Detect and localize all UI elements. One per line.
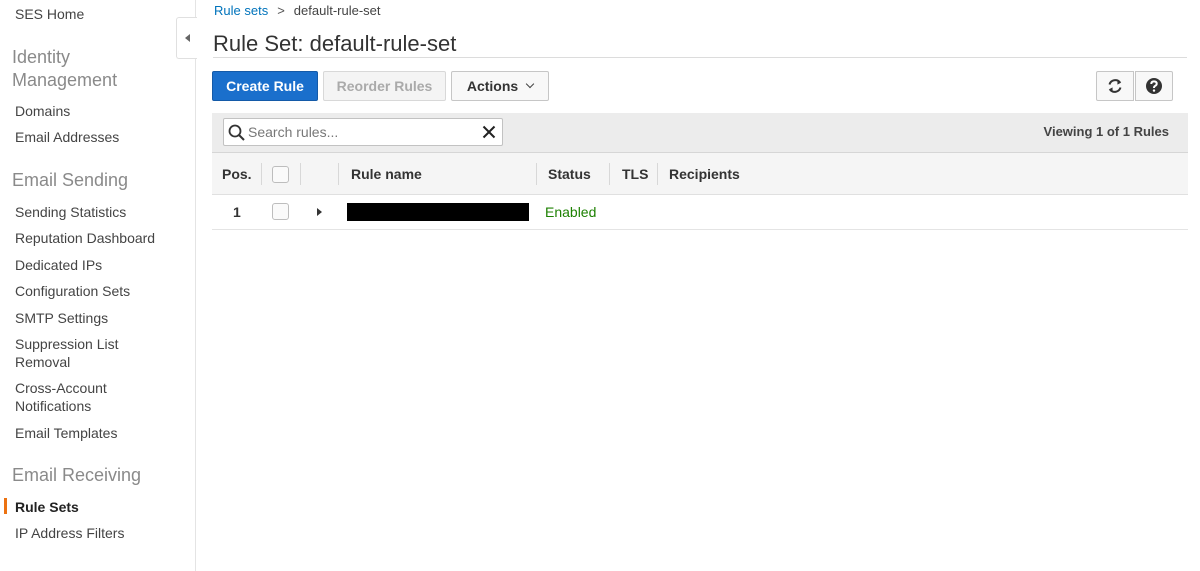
- viewing-count: Viewing 1 of 1 Rules: [1043, 124, 1169, 139]
- actions-dropdown-button[interactable]: Actions: [451, 71, 549, 101]
- column-divider: [657, 163, 658, 185]
- title-divider: [213, 57, 1187, 58]
- sidebar-item-ip-address-filters[interactable]: IP Address Filters: [15, 524, 185, 542]
- sidebar-item-domains[interactable]: Domains: [15, 102, 185, 120]
- sidebar-section-email-receiving: Email Receiving: [12, 465, 142, 485]
- reorder-rules-button: Reorder Rules: [323, 71, 446, 101]
- column-header-status[interactable]: Status: [548, 166, 591, 182]
- sidebar-collapse-button[interactable]: [176, 17, 197, 59]
- create-rule-button[interactable]: Create Rule: [212, 71, 318, 101]
- column-header-recipients[interactable]: Recipients: [669, 166, 740, 182]
- search-icon: [228, 124, 245, 141]
- caret-left-icon: [184, 34, 190, 42]
- chevron-down-icon: [525, 79, 535, 89]
- table-row[interactable]: 1 Enabled: [212, 195, 1188, 230]
- search-box: [223, 118, 503, 146]
- sidebar-item-reputation-dashboard[interactable]: Reputation Dashboard: [15, 229, 185, 247]
- sidebar-item-sending-statistics[interactable]: Sending Statistics: [15, 203, 185, 221]
- sidebar-section-identity-management: Identity Management: [12, 47, 118, 90]
- row-checkbox[interactable]: [272, 203, 289, 220]
- sidebar-item-smtp-settings[interactable]: SMTP Settings: [15, 309, 185, 327]
- column-divider: [338, 163, 339, 185]
- help-button[interactable]: [1135, 71, 1173, 101]
- actions-button-label: Actions: [466, 78, 519, 94]
- status-enabled: Enabled: [545, 204, 597, 220]
- breadcrumb-current: default-rule-set: [293, 3, 381, 18]
- sidebar-item-dedicated-ips[interactable]: Dedicated IPs: [15, 256, 185, 274]
- sidebar-item-email-templates[interactable]: Email Templates: [15, 424, 185, 442]
- select-all-checkbox[interactable]: [272, 166, 289, 183]
- sidebar-item-configuration-sets[interactable]: Configuration Sets: [15, 282, 185, 300]
- page-title: Rule Set: default-rule-set: [213, 31, 457, 56]
- search-input[interactable]: [248, 122, 468, 142]
- column-divider: [536, 163, 537, 185]
- expand-row-icon[interactable]: [317, 208, 322, 216]
- breadcrumb-separator: >: [277, 3, 285, 18]
- column-header-pos[interactable]: Pos.: [222, 166, 252, 182]
- sidebar-item-rule-sets[interactable]: Rule Sets: [15, 498, 185, 516]
- sidebar-item-ses-home[interactable]: SES Home: [15, 5, 185, 23]
- column-header-tls[interactable]: TLS: [622, 166, 648, 182]
- column-divider: [300, 163, 301, 185]
- help-icon: [1146, 78, 1162, 94]
- table-header: Pos. Rule name Status TLS Recipients: [212, 153, 1188, 195]
- column-header-rule-name[interactable]: Rule name: [351, 166, 422, 182]
- sidebar-item-email-addresses[interactable]: Email Addresses: [15, 128, 185, 146]
- refresh-icon: [1108, 79, 1122, 93]
- table-toolbar: Viewing 1 of 1 Rules: [212, 113, 1188, 153]
- sidebar: SES Home Identity Management Domains Ema…: [0, 0, 196, 571]
- active-indicator: [4, 498, 7, 514]
- sidebar-item-cross-account-notifications[interactable]: Cross-Account Notifications: [15, 379, 115, 415]
- row-position: 1: [233, 204, 241, 220]
- breadcrumb: Rule sets > default-rule-set: [214, 3, 381, 18]
- column-divider: [261, 163, 262, 185]
- sidebar-section-email-sending: Email Sending: [12, 170, 129, 190]
- close-icon[interactable]: [482, 125, 496, 139]
- column-divider: [609, 163, 610, 185]
- rule-name-redacted: [347, 203, 529, 221]
- sidebar-item-suppression-list-removal[interactable]: Suppression List Removal: [15, 335, 130, 371]
- breadcrumb-rule-sets-link[interactable]: Rule sets: [214, 3, 268, 18]
- refresh-button[interactable]: [1096, 71, 1134, 101]
